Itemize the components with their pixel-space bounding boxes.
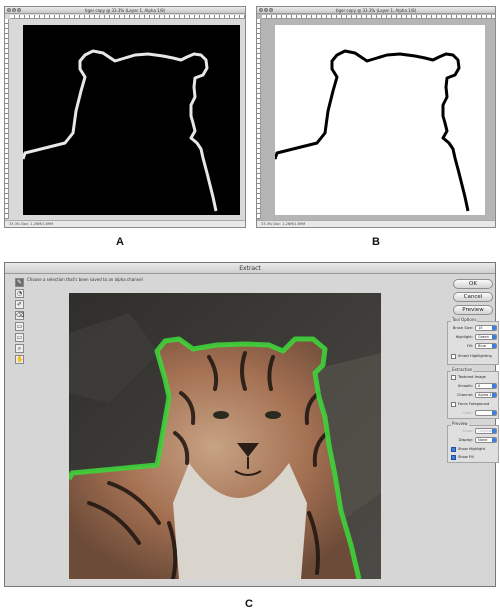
eyedropper-tool[interactable]: ⌫ <box>15 311 24 320</box>
channel-row: Channel: Alpha 1 <box>451 392 497 399</box>
window-b: tiger copy @ 33.3% (Layer 1, Alpha 1/8) … <box>256 6 496 228</box>
instruction-text: Choose a selection that's been saved to … <box>27 277 143 282</box>
smart-highlighting-row: Smart Highlighting <box>451 353 495 360</box>
fill-label: Fill: <box>466 344 473 348</box>
vertical-ruler <box>257 19 261 219</box>
tool-options-title: Tool Options <box>451 317 478 322</box>
brush-size-label: Brush Size: <box>452 326 473 330</box>
channel-select[interactable]: Alpha 1 <box>475 392 497 398</box>
force-foreground-checkbox[interactable] <box>451 402 456 407</box>
color-row: Color: <box>451 410 497 417</box>
show-highlight-label: Show Highlight <box>458 447 486 451</box>
preview-group: Preview Show: Original Display: None Sho… <box>447 421 499 463</box>
window-controls[interactable] <box>259 8 273 12</box>
vertical-ruler <box>5 19 9 219</box>
cancel-button[interactable]: Cancel <box>453 292 493 302</box>
textured-image-checkbox[interactable] <box>451 375 456 380</box>
smooth-row: Smooth: 0 <box>451 383 497 390</box>
eraser-tool[interactable]: ✐ <box>15 300 24 309</box>
extraction-group: Extraction Textured Image Smooth: 0 Chan… <box>447 367 499 419</box>
textured-image-row: Textured Image <box>451 374 495 381</box>
display-select[interactable]: None <box>475 437 497 443</box>
show-select[interactable]: Original <box>475 428 497 434</box>
show-row: Show: Original <box>451 428 497 435</box>
window-a-titlebar[interactable]: tiger copy @ 33.3% (Layer 1, Alpha 1/8) <box>5 7 245 14</box>
zoom-tool[interactable]: ⌕ <box>15 344 24 353</box>
window-a-statusbar: 33.3% Doc: 1.26M/1.69M <box>5 220 245 227</box>
display-label: Display: <box>458 438 473 442</box>
ok-button[interactable]: OK <box>453 279 493 289</box>
textured-image-label: Textured Image <box>458 375 486 379</box>
smart-highlighting-label: Smart Highlighting <box>458 354 492 358</box>
force-foreground-label: Force Foreground <box>458 402 490 406</box>
display-row: Display: None <box>451 437 497 444</box>
tiger-photo <box>69 293 381 579</box>
window-b-title: tiger copy @ 33.3% (Layer 1, Alpha 1/8) <box>335 8 417 13</box>
preview-button[interactable]: Preview <box>453 305 493 315</box>
panel-label-a: A <box>116 236 124 248</box>
smooth-label: Smooth: <box>457 384 473 388</box>
fill-row: Fill: Blue <box>451 343 497 350</box>
canvas-alpha-white[interactable] <box>273 25 485 215</box>
edge-touchup-tool[interactable]: ▭ <box>15 333 24 342</box>
show-highlight-row: Show Highlight <box>451 446 495 453</box>
window-controls[interactable] <box>7 8 21 12</box>
brush-size-field[interactable]: 15 <box>475 325 497 331</box>
panel-label-c: C <box>245 598 253 610</box>
tiger-outline-white <box>21 49 218 212</box>
highlight-label: Highlight: <box>455 335 473 339</box>
highlight-select[interactable]: Green <box>475 334 497 340</box>
preview-canvas[interactable] <box>69 293 381 579</box>
show-fill-label: Show Fill <box>458 455 474 459</box>
horizontal-ruler <box>10 15 245 19</box>
preview-group-title: Preview <box>451 421 469 426</box>
dialog-titlebar[interactable]: Extract <box>5 263 495 274</box>
color-label: Color: <box>462 411 473 415</box>
edge-highlighter-tool[interactable]: ✎ <box>15 278 24 287</box>
color-swatch[interactable] <box>475 410 497 416</box>
channel-label: Channel: <box>457 393 473 397</box>
panel-label-b: B <box>372 236 380 248</box>
tool-options-group: Tool Options Brush Size: 15 Highlight: G… <box>447 317 499 365</box>
hand-tool[interactable]: ✋ <box>15 355 24 364</box>
smooth-field[interactable]: 0 <box>475 383 497 389</box>
window-b-statusbar: 33.3% Doc: 1.26M/1.69M <box>257 220 495 227</box>
highlight-row: Highlight: Green <box>451 334 497 341</box>
brush-size-row: Brush Size: 15 <box>451 325 497 332</box>
extraction-title: Extraction <box>451 367 474 372</box>
cleanup-tool[interactable]: ▭ <box>15 322 24 331</box>
show-highlight-checkbox[interactable] <box>451 447 456 452</box>
extract-dialog: Extract Choose a selection that's been s… <box>4 262 499 587</box>
tiger-outline-black <box>273 49 470 212</box>
window-b-titlebar[interactable]: tiger copy @ 33.3% (Layer 1, Alpha 1/8) <box>257 7 495 14</box>
show-label: Show: <box>462 429 473 433</box>
force-foreground-row: Force Foreground <box>451 401 495 408</box>
window-a-title: tiger copy @ 33.3% (Layer 1, Alpha 1/8) <box>84 8 166 13</box>
window-a: tiger copy @ 33.3% (Layer 1, Alpha 1/8) … <box>4 6 246 228</box>
horizontal-ruler <box>262 15 495 19</box>
canvas-alpha-black[interactable] <box>21 25 240 215</box>
fill-tool[interactable]: ◔ <box>15 289 24 298</box>
fill-select[interactable]: Blue <box>475 343 497 349</box>
smart-highlighting-checkbox[interactable] <box>451 354 456 359</box>
show-fill-checkbox[interactable] <box>451 455 456 460</box>
show-fill-row: Show Fill <box>451 454 495 461</box>
